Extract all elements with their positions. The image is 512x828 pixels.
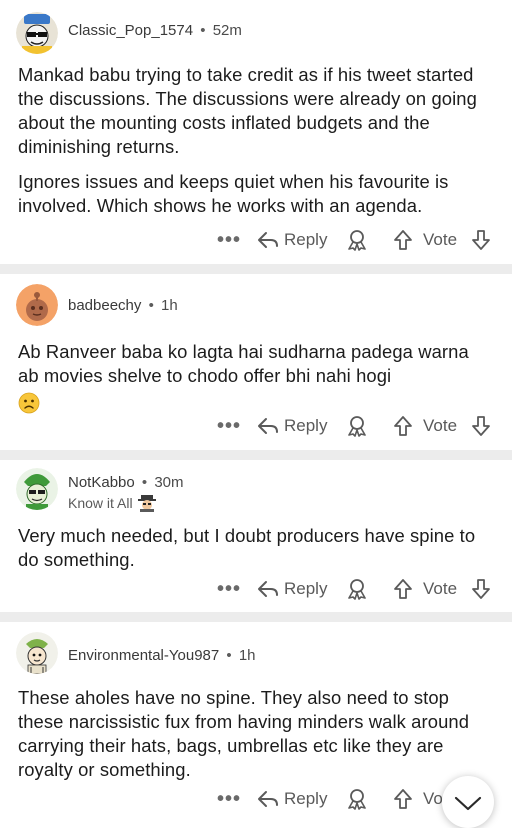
meta-separator: •	[141, 474, 148, 491]
award-button[interactable]	[346, 574, 368, 604]
username-link[interactable]: Environmental-You987	[68, 647, 219, 664]
comment-actions: ••• Reply Vote	[0, 574, 512, 604]
reply-label: Reply	[284, 789, 328, 808]
upvote-button[interactable]	[393, 225, 413, 255]
comment-body: Mankad babu trying to take credit as if …	[18, 63, 494, 218]
meta-separator: •	[148, 297, 154, 314]
timestamp: 30m	[154, 474, 184, 491]
more-options-button[interactable]: •••	[217, 574, 241, 604]
meta-separator: •	[200, 22, 206, 39]
reply-label: Reply	[284, 579, 328, 598]
comment-body: Ab Ranveer baba ko lagta hai sudharna pa…	[18, 340, 494, 414]
snoo-avatar-icon	[16, 468, 58, 510]
snoo-avatar-icon	[16, 12, 58, 54]
upvote-arrow-icon	[394, 416, 412, 436]
upvote-arrow-icon	[394, 579, 412, 599]
comment-divider	[0, 264, 512, 274]
award-icon	[348, 416, 366, 437]
reply-arrow-icon	[258, 232, 278, 248]
upvote-arrow-icon	[394, 230, 412, 250]
scroll-down-button[interactable]	[442, 776, 494, 828]
downvote-arrow-icon	[472, 230, 490, 250]
comment-meta: Classic_Pop_1574 • 52m	[68, 22, 242, 39]
comment: Classic_Pop_1574 • 52m Mankad babu tryin…	[0, 0, 512, 262]
comment: Environmental-You987 • 1h These aholes h…	[0, 622, 512, 810]
snoo-avatar-icon	[16, 284, 58, 326]
comment-paragraph: Very much needed, but I doubt producers …	[18, 525, 476, 570]
reply-arrow-icon	[258, 581, 278, 597]
comment-meta: Environmental-You987 • 1h	[68, 647, 256, 664]
more-options-button[interactable]: •••	[217, 225, 241, 255]
flair-text: Know it All	[68, 495, 133, 511]
comment-body: These aholes have no spine. They also ne…	[18, 686, 494, 782]
downvote-arrow-icon	[472, 579, 490, 599]
chevron-down-icon	[454, 796, 482, 811]
downvote-button[interactable]	[471, 574, 491, 604]
meta-separator: •	[226, 647, 232, 664]
comment-paragraph: Ignores issues and keeps quiet when his …	[18, 171, 449, 216]
comment-divider	[0, 450, 512, 460]
upvote-button[interactable]	[393, 574, 413, 604]
user-flair: Know it All	[68, 494, 157, 512]
user-avatar[interactable]	[16, 12, 58, 54]
username-link[interactable]: badbeechy	[68, 297, 141, 314]
award-icon	[348, 230, 366, 251]
comment-body: Very much needed, but I doubt producers …	[18, 524, 494, 572]
downvote-arrow-icon	[472, 416, 490, 436]
vote-label: Vote	[423, 230, 458, 249]
comment-paragraph: These aholes have no spine. They also ne…	[18, 687, 470, 780]
comment-actions: ••• Reply Vote	[0, 225, 512, 255]
reply-label: Reply	[284, 416, 328, 435]
vote-label: Vote	[423, 416, 458, 435]
comment-meta: badbeechy • 1h	[68, 297, 178, 314]
timestamp: 1h	[161, 297, 178, 314]
timestamp: 52m	[212, 22, 242, 39]
reply-arrow-icon	[258, 791, 278, 807]
reply-label: Reply	[284, 230, 328, 249]
award-icon	[348, 579, 366, 600]
comment: NotKabbo • 30m Know it All Very much nee…	[0, 460, 512, 612]
timestamp: 1h	[238, 647, 256, 664]
username-link[interactable]: NotKabbo	[68, 474, 135, 491]
reply-button[interactable]: Reply	[257, 411, 327, 441]
user-avatar[interactable]	[16, 284, 58, 326]
reply-arrow-icon	[258, 418, 278, 434]
downvote-button[interactable]	[471, 225, 491, 255]
vote-label: Vote	[423, 579, 458, 598]
reply-button[interactable]: Reply	[257, 225, 327, 255]
comment-actions: ••• Reply Vote	[0, 411, 512, 441]
comment-paragraph: Ab Ranveer baba ko lagta hai sudharna pa…	[18, 341, 469, 386]
detective-emoji-icon	[137, 495, 156, 512]
award-icon	[348, 789, 366, 810]
more-options-button[interactable]: •••	[217, 411, 241, 441]
award-button[interactable]	[346, 411, 368, 441]
comment-paragraph: Mankad babu trying to take credit as if …	[18, 64, 477, 157]
upvote-arrow-icon	[394, 789, 412, 809]
award-button[interactable]	[346, 225, 368, 255]
snoo-avatar-icon	[16, 632, 58, 674]
username-link[interactable]: Classic_Pop_1574	[68, 22, 193, 39]
comment-divider	[0, 612, 512, 622]
user-avatar[interactable]	[16, 632, 58, 674]
reply-button[interactable]: Reply	[257, 574, 327, 604]
downvote-button[interactable]	[471, 411, 491, 441]
comment-meta: NotKabbo • 30m	[68, 474, 184, 491]
user-avatar[interactable]	[16, 468, 58, 510]
upvote-button[interactable]	[393, 411, 413, 441]
comment: badbeechy • 1h Ab Ranveer baba ko lagta …	[0, 274, 512, 448]
